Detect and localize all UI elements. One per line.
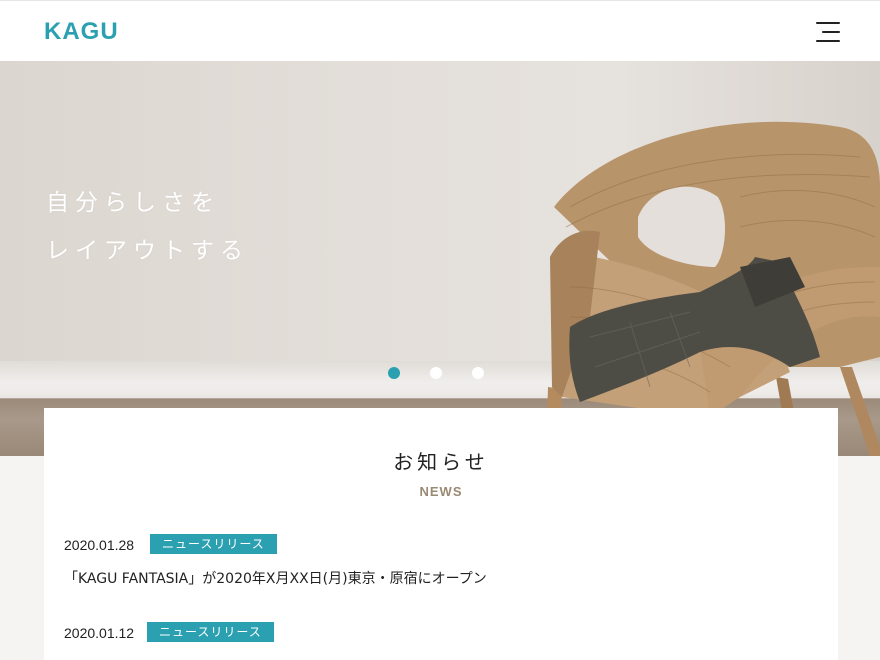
menu-line bbox=[822, 31, 840, 33]
news-date: 2020.01.12 bbox=[64, 625, 135, 641]
slider-dot-1[interactable] bbox=[388, 367, 400, 379]
hero-copy-line1: 自分らしさを bbox=[46, 190, 220, 216]
news-title: お知らせ bbox=[393, 450, 489, 474]
wicker-chair-image bbox=[546, 121, 880, 456]
site-header: KAGU bbox=[0, 0, 880, 61]
slider-dot-3[interactable] bbox=[472, 367, 484, 379]
hero-slider: 自分らしさを レイアウトする bbox=[0, 61, 880, 456]
hamburger-menu-icon[interactable] bbox=[812, 21, 840, 43]
news-category-badge[interactable]: ニュースリリース bbox=[147, 622, 274, 642]
news-date: 2020.01.28 bbox=[64, 537, 135, 553]
hero-copy-line2: レイアウトする bbox=[46, 238, 249, 264]
news-item[interactable]: 2020.01.28 ニュースリリース 「KAGU FANTASIA」が2020… bbox=[64, 534, 824, 590]
news-section: お知らせ NEWS 2020.01.28 ニュースリリース 「KAGU FANT… bbox=[44, 408, 838, 660]
menu-line bbox=[816, 22, 840, 24]
news-item[interactable]: 2020.01.12 ニュースリリース bbox=[64, 622, 824, 660]
news-headline[interactable]: 「KAGU FANTASIA」が2020年X月XX日(月)東京・原宿にオープン bbox=[64, 568, 487, 588]
slider-dot-2[interactable] bbox=[430, 367, 442, 379]
site-logo[interactable]: KAGU bbox=[44, 17, 119, 47]
news-subtitle: NEWS bbox=[419, 484, 463, 499]
news-category-badge[interactable]: ニュースリリース bbox=[150, 534, 277, 554]
menu-line bbox=[816, 40, 840, 42]
hero-copy: 自分らしさを レイアウトする bbox=[46, 179, 249, 275]
